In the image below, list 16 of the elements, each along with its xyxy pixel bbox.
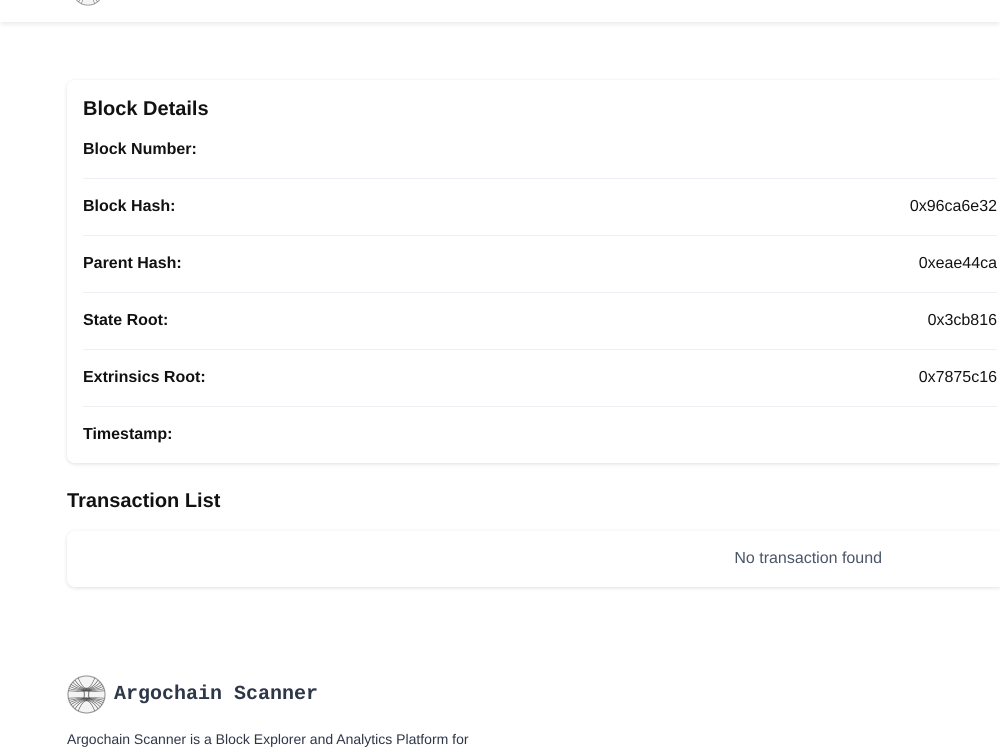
card-title: Block Details [83, 97, 209, 122]
field-label: State Root: [83, 311, 168, 331]
hash-value: 0x7875c16 [918, 368, 997, 388]
empty-message: No transaction found [734, 549, 882, 569]
section-heading: Transaction List [67, 489, 220, 514]
footer-description: Argochain Scanner is a Block Explorer and Analytics Platform for [67, 732, 469, 747]
field-label: Block Hash: [83, 197, 176, 217]
field-label: Timestamp: [83, 425, 173, 445]
hash-value: 0x3cb816 [928, 311, 997, 331]
hash-value: 0x96ca6e32 [910, 197, 997, 217]
field-label: Extrinsics Root: [83, 368, 206, 388]
sphere-icon [67, 675, 106, 714]
brand-name: Argochain Scanner [114, 682, 318, 708]
hash-value: 0xeae44ca [918, 254, 997, 274]
field-label: Block Number: [83, 140, 197, 160]
field-label: Parent Hash: [83, 254, 182, 274]
